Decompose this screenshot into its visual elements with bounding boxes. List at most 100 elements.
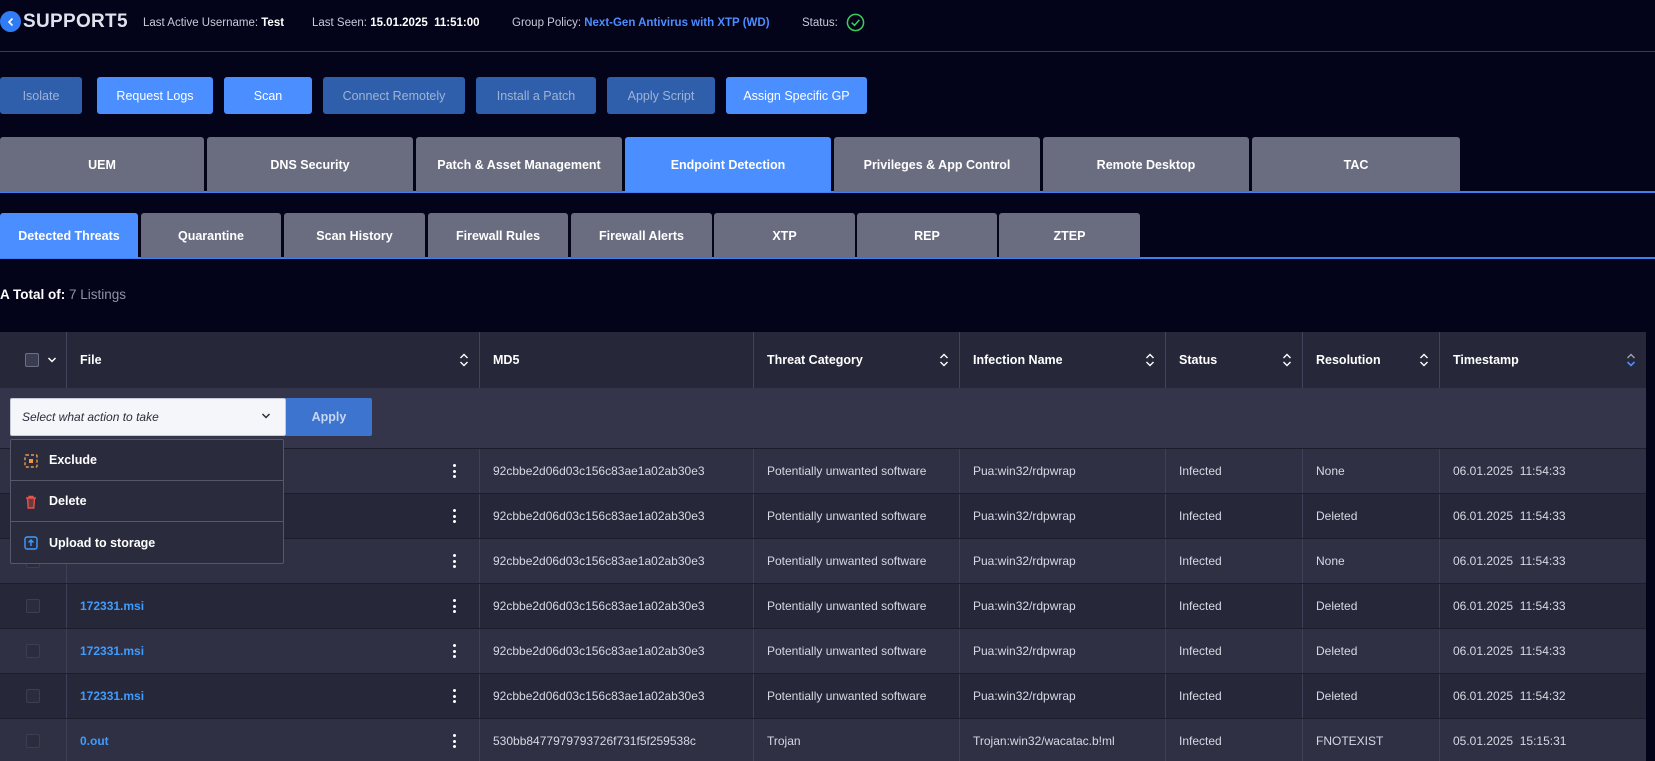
- tab-remote-desktop[interactable]: Remote Desktop: [1043, 137, 1249, 192]
- cell-threat-category: Trojan: [754, 719, 960, 761]
- more-options-icon[interactable]: [446, 732, 462, 750]
- cell-file[interactable]: 172331.msi: [67, 629, 480, 673]
- tab-dns-security[interactable]: DNS Security: [207, 137, 413, 192]
- column-threat-category[interactable]: Threat Category: [754, 332, 960, 388]
- request-logs-button[interactable]: Request Logs: [97, 77, 213, 114]
- connect-remotely-button[interactable]: Connect Remotely: [323, 77, 465, 114]
- more-options-icon[interactable]: [446, 507, 462, 525]
- cell-infection-name: Pua:win32/rdpwrap: [960, 674, 1166, 718]
- more-options-icon[interactable]: [446, 642, 462, 660]
- sort-desc-icon[interactable]: [1626, 352, 1636, 368]
- isolate-button[interactable]: Isolate: [0, 77, 82, 114]
- table-row[interactable]: 172331.msi 92cbbe2d06d03c156c83ae1a02ab30…: [0, 583, 1646, 628]
- cell-status: Infected: [1166, 674, 1303, 718]
- cell-resolution: Deleted: [1303, 494, 1440, 538]
- group-policy-link[interactable]: Next-Gen Antivirus with XTP (WD): [584, 17, 769, 29]
- last-seen-label: Last Seen:: [312, 17, 367, 29]
- last-active-value: Test: [261, 17, 285, 29]
- row-checkbox[interactable]: [26, 734, 40, 748]
- column-timestamp[interactable]: Timestamp: [1440, 332, 1646, 388]
- apply-button[interactable]: Apply: [286, 398, 372, 436]
- row-checkbox[interactable]: [26, 689, 40, 703]
- listing-total: A Total of: 7 Listings: [0, 287, 126, 302]
- tab-patch-asset[interactable]: Patch & Asset Management: [416, 137, 622, 192]
- sort-icon[interactable]: [1145, 352, 1155, 368]
- menu-item-delete[interactable]: Delete: [11, 481, 283, 522]
- cell-file[interactable]: 0.out: [67, 719, 480, 761]
- back-button[interactable]: [0, 11, 21, 32]
- total-label: A Total of:: [0, 287, 66, 302]
- apply-script-button[interactable]: Apply Script: [607, 77, 715, 114]
- row-checkbox[interactable]: [26, 644, 40, 658]
- tab-detected-threats[interactable]: Detected Threats: [0, 213, 138, 258]
- tab-privileges[interactable]: Privileges & App Control: [834, 137, 1040, 192]
- cell-file[interactable]: 172331.msi: [67, 674, 480, 718]
- sort-icon[interactable]: [1282, 352, 1292, 368]
- tab-endpoint-detection[interactable]: Endpoint Detection: [625, 137, 831, 192]
- table-row[interactable]: 172331.msi 92cbbe2d06d03c156c83ae1a02ab30…: [0, 628, 1646, 673]
- more-options-icon[interactable]: [446, 552, 462, 570]
- tab-tac[interactable]: TAC: [1252, 137, 1460, 192]
- tab-firewall-rules[interactable]: Firewall Rules: [428, 213, 568, 258]
- scan-button[interactable]: Scan: [224, 77, 312, 114]
- cell-file[interactable]: 172331.msi: [67, 584, 480, 628]
- cell-infection-name: Trojan:win32/wacatac.b!ml: [960, 719, 1166, 761]
- assign-gp-button[interactable]: Assign Specific GP: [726, 77, 867, 114]
- tab-firewall-alerts[interactable]: Firewall Alerts: [571, 213, 712, 258]
- action-select-placeholder: Select what action to take: [22, 410, 159, 424]
- sub-tabs: Detected Threats Quarantine Scan History…: [0, 213, 1655, 259]
- more-options-icon[interactable]: [446, 462, 462, 480]
- cell-timestamp: 06.01.2025 11:54:32: [1453, 689, 1566, 703]
- column-resolution[interactable]: Resolution: [1303, 332, 1440, 388]
- tab-rep[interactable]: REP: [857, 213, 997, 258]
- sort-icon[interactable]: [939, 352, 949, 368]
- main-tabs: UEM DNS Security Patch & Asset Managemen…: [0, 137, 1655, 193]
- more-options-icon[interactable]: [446, 597, 462, 615]
- tab-scan-history[interactable]: Scan History: [284, 213, 425, 258]
- row-checkbox[interactable]: [26, 599, 40, 613]
- column-status[interactable]: Status: [1166, 332, 1303, 388]
- select-all-checkbox[interactable]: [25, 353, 39, 367]
- cell-select: [0, 674, 67, 718]
- cell-infection-name: Pua:win32/rdpwrap: [960, 584, 1166, 628]
- cell-status: Infected: [1166, 629, 1303, 673]
- chevron-down-icon: [261, 413, 271, 419]
- cell-threat-category: Potentially unwanted software: [754, 584, 960, 628]
- tab-xtp[interactable]: XTP: [714, 213, 855, 258]
- sort-icon[interactable]: [1419, 352, 1429, 368]
- action-select[interactable]: Select what action to take: [10, 398, 286, 436]
- tab-uem[interactable]: UEM: [0, 137, 204, 192]
- column-infection-name[interactable]: Infection Name: [960, 332, 1166, 388]
- column-file[interactable]: File: [67, 332, 480, 388]
- column-status-label: Status: [1179, 353, 1218, 367]
- menu-item-delete-label: Delete: [49, 494, 87, 508]
- cell-md5: 530bb8477979793726f731f5f259538c: [480, 719, 754, 761]
- column-timestamp-label: Timestamp: [1453, 353, 1519, 367]
- cell-resolution: Deleted: [1303, 674, 1440, 718]
- menu-item-exclude[interactable]: Exclude: [11, 440, 283, 481]
- chevron-left-icon: [7, 17, 13, 26]
- table-header: File MD5 Threat Category Infection Name …: [0, 332, 1646, 388]
- table-row[interactable]: 172331.msi 92cbbe2d06d03c156c83ae1a02ab30…: [0, 673, 1646, 718]
- table-row[interactable]: 0.out 530bb8477979793726f731f5f259538c Tro…: [0, 718, 1646, 761]
- tab-quarantine[interactable]: Quarantine: [141, 213, 281, 258]
- menu-item-upload[interactable]: Upload to storage: [11, 522, 283, 563]
- sort-icon[interactable]: [459, 352, 469, 368]
- check-circle-icon: [846, 13, 865, 32]
- install-patch-button[interactable]: Install a Patch: [476, 77, 596, 114]
- cell-status: Infected: [1166, 584, 1303, 628]
- cell-status: Infected: [1166, 539, 1303, 583]
- status-label: Status:: [802, 17, 838, 29]
- chevron-down-icon[interactable]: [47, 356, 57, 364]
- upload-icon: [24, 536, 38, 550]
- total-count: 7 Listings: [69, 287, 127, 302]
- more-options-icon[interactable]: [446, 687, 462, 705]
- tab-ztep[interactable]: ZTEP: [999, 213, 1140, 258]
- cell-infection-name: Pua:win32/rdpwrap: [960, 629, 1166, 673]
- trash-icon: [26, 495, 36, 509]
- cell-timestamp: 06.01.2025 11:54:33: [1453, 464, 1566, 478]
- cell-select: [0, 629, 67, 673]
- cell-threat-category: Potentially unwanted software: [754, 629, 960, 673]
- cell-status: Infected: [1166, 494, 1303, 538]
- cell-md5: 92cbbe2d06d03c156c83ae1a02ab30e3: [480, 629, 754, 673]
